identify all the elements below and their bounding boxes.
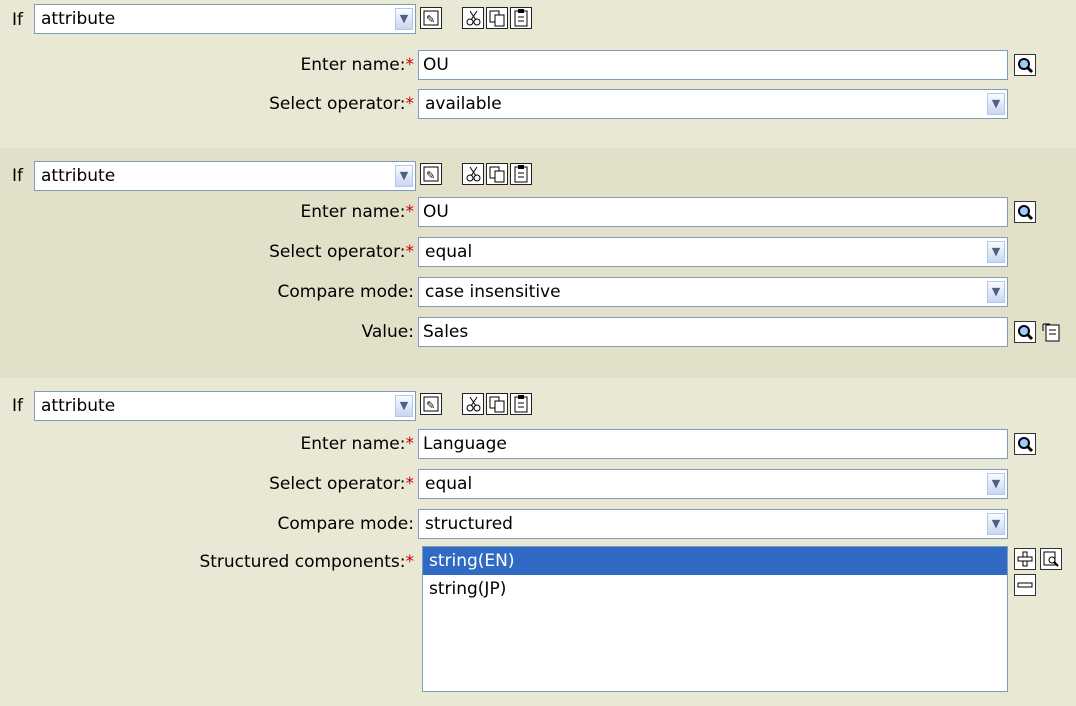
condition-type-select[interactable]: attribute ▼: [34, 161, 416, 191]
select-operator-select[interactable]: available ▼: [418, 89, 1008, 119]
chevron-down-icon[interactable]: ▼: [987, 281, 1005, 303]
select-operator-select[interactable]: equal ▼: [418, 469, 1008, 499]
condition-type-select[interactable]: attribute ▼: [34, 391, 416, 421]
edit-icon[interactable]: ✎: [420, 393, 442, 415]
chevron-down-icon[interactable]: ▼: [987, 473, 1005, 495]
enter-name-label: Enter name:*: [300, 434, 414, 454]
compare-mode-select[interactable]: case insensitive ▼: [418, 277, 1008, 307]
compare-mode-select[interactable]: structured ▼: [418, 509, 1008, 539]
cut-icon[interactable]: [462, 7, 484, 29]
enter-name-label: Enter name:*: [300, 55, 414, 75]
value-editor-icon[interactable]: [1040, 321, 1062, 343]
enter-name-field[interactable]: Language: [418, 429, 1008, 459]
condition-block-1: If attribute ▼ ✎ Enter name:* OU Select …: [0, 0, 1076, 148]
value-label: Value:: [361, 322, 414, 342]
condition-block-2: If attribute ▼ ✎ Enter name:* OU Select …: [0, 148, 1076, 378]
edit-component-icon[interactable]: [1040, 548, 1062, 570]
edit-icon[interactable]: ✎: [420, 163, 442, 185]
condition-type-value: attribute: [41, 9, 116, 29]
search-icon[interactable]: [1014, 201, 1036, 223]
chevron-down-icon[interactable]: ▼: [987, 241, 1005, 263]
svg-text:✎: ✎: [426, 13, 435, 26]
enter-name-field[interactable]: OU: [418, 197, 1008, 227]
search-icon[interactable]: [1014, 433, 1036, 455]
chevron-down-icon[interactable]: ▼: [395, 8, 413, 30]
chevron-down-icon[interactable]: ▼: [395, 395, 413, 417]
select-operator-label: Select operator:*: [269, 242, 414, 262]
list-item[interactable]: string(EN): [423, 547, 1007, 575]
structured-components-label: Structured components:*: [199, 552, 414, 572]
condition-block-3: If attribute ▼ ✎ Enter name:* Language S…: [0, 378, 1076, 706]
svg-text:✎: ✎: [426, 169, 435, 182]
select-operator-label: Select operator:*: [269, 474, 414, 494]
chevron-down-icon[interactable]: ▼: [395, 165, 413, 187]
search-icon[interactable]: [1014, 321, 1036, 343]
cut-icon[interactable]: [462, 163, 484, 185]
plus-icon[interactable]: [1014, 548, 1036, 570]
minus-icon[interactable]: [1014, 574, 1036, 596]
copy-icon[interactable]: [486, 163, 508, 185]
svg-text:✎: ✎: [426, 399, 435, 412]
select-operator-select[interactable]: equal ▼: [418, 237, 1008, 267]
if-label: If: [12, 396, 23, 416]
paste-icon[interactable]: [510, 393, 532, 415]
condition-type-select[interactable]: attribute ▼: [34, 4, 416, 34]
cut-icon[interactable]: [462, 393, 484, 415]
value-field[interactable]: Sales: [418, 317, 1008, 347]
edit-icon[interactable]: ✎: [420, 7, 442, 29]
copy-icon[interactable]: [486, 393, 508, 415]
if-label: If: [12, 166, 23, 186]
paste-icon[interactable]: [510, 7, 532, 29]
paste-icon[interactable]: [510, 163, 532, 185]
enter-name-field[interactable]: OU: [418, 50, 1008, 80]
copy-icon[interactable]: [486, 7, 508, 29]
list-item[interactable]: string(JP): [423, 575, 1007, 603]
compare-mode-label: Compare mode:: [277, 514, 414, 534]
if-label: If: [12, 10, 23, 30]
enter-name-label: Enter name:*: [300, 202, 414, 222]
compare-mode-label: Compare mode:: [277, 282, 414, 302]
structured-components-list[interactable]: string(EN) string(JP): [422, 546, 1008, 692]
chevron-down-icon[interactable]: ▼: [987, 93, 1005, 115]
select-operator-label: Select operator:*: [269, 94, 414, 114]
search-icon[interactable]: [1014, 54, 1036, 76]
chevron-down-icon[interactable]: ▼: [987, 513, 1005, 535]
